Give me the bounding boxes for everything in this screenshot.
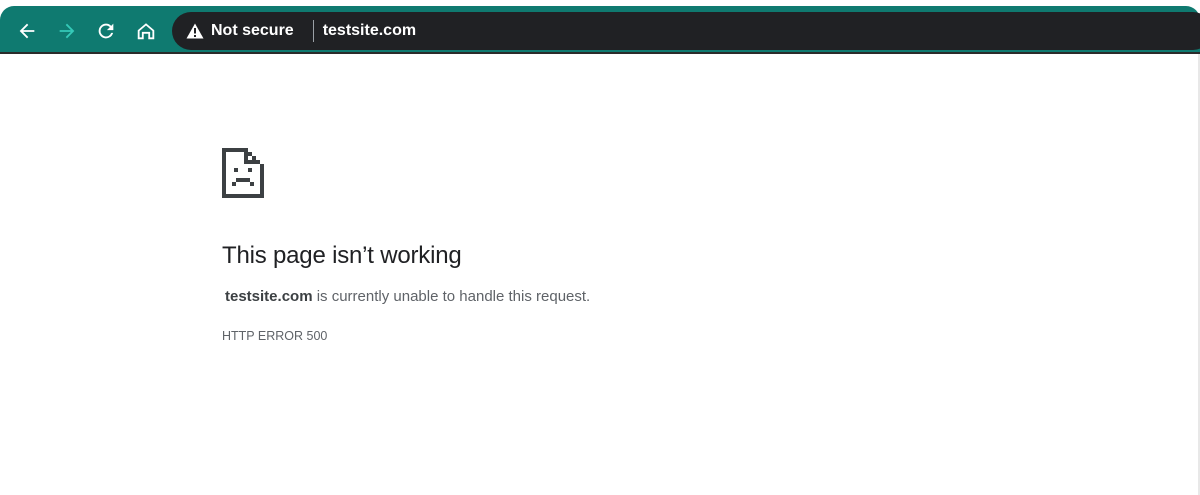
error-code: HTTP ERROR 500	[222, 329, 328, 343]
error-message-text: is currently unable to handle this reque…	[312, 288, 591, 305]
error-message: testsite.com is currently unable to hand…	[222, 288, 922, 305]
error-title: This page isn’t working	[222, 242, 462, 269]
forward-button[interactable]	[52, 16, 82, 46]
back-button[interactable]	[12, 16, 42, 46]
url-text[interactable]: testsite.com	[323, 22, 416, 40]
browser-toolbar: Not secure testsite.com	[0, 0, 1200, 54]
home-button[interactable]	[131, 16, 161, 46]
home-icon	[137, 23, 155, 40]
error-host: testsite.com	[225, 288, 313, 305]
toolbar-divider	[0, 52, 1200, 54]
address-bar[interactable]: Not secure testsite.com	[172, 12, 1200, 50]
security-label: Not secure	[211, 22, 294, 39]
security-indicator[interactable]: Not secure	[186, 12, 294, 50]
arrow-right-icon	[59, 23, 75, 39]
reload-button[interactable]	[91, 16, 121, 46]
warning-triangle-icon	[186, 23, 204, 39]
reload-icon	[98, 23, 114, 39]
sad-page-icon	[222, 148, 264, 198]
error-content: This page isn’t working testsite.com is …	[222, 148, 922, 343]
arrow-left-icon	[19, 23, 35, 39]
omnibox-divider	[312, 20, 314, 42]
